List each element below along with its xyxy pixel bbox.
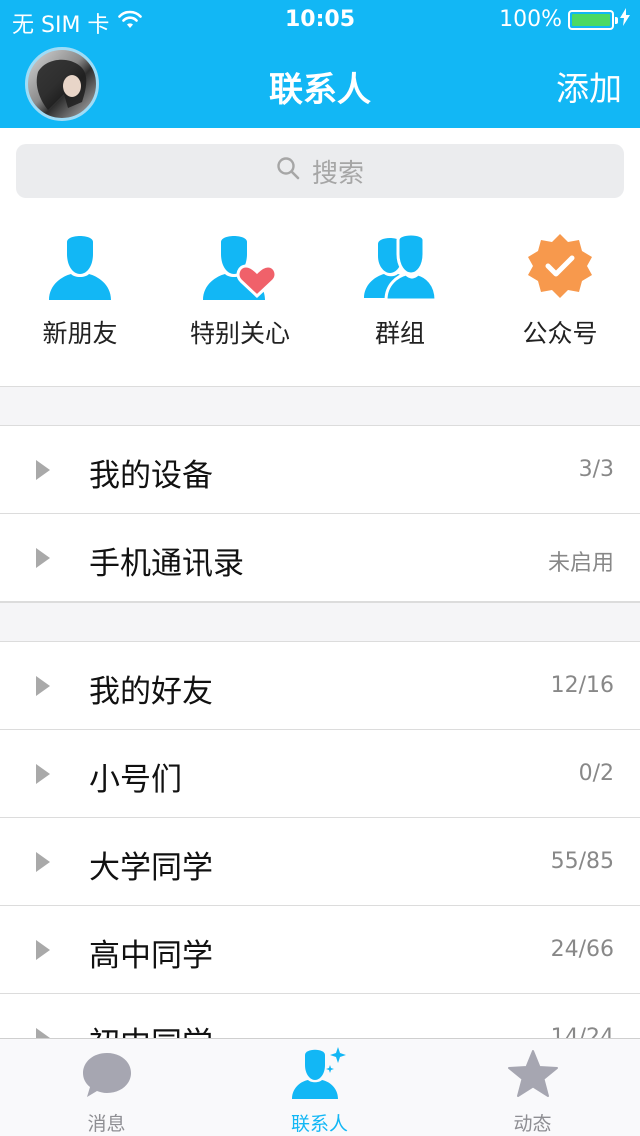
quick-label-new-friends: 新朋友 (42, 319, 118, 348)
battery-icon (568, 9, 618, 30)
group-row-my-devices[interactable]: 我的设备 3/3 (0, 426, 640, 514)
search-placeholder: 搜索 (311, 158, 364, 189)
header: 无 SIM 卡 10:05 100% 联系人 添加 (0, 0, 640, 128)
group-list-friends: 我的好友 12/16 小号们 0/2 大学同学 55/85 高中同学 24/66… (0, 642, 640, 1082)
group-row-alt-accounts[interactable]: 小号们 0/2 (0, 730, 640, 818)
disclosure-arrow-icon (36, 940, 50, 960)
chat-bubble-icon (81, 1051, 133, 1103)
disclosure-arrow-icon (36, 676, 50, 696)
group-row-my-friends[interactable]: 我的好友 12/16 (0, 642, 640, 730)
tab-bar: 消息 联系人 动态 (0, 1038, 640, 1136)
tab-messages[interactable]: 消息 (0, 1039, 213, 1136)
contacts-icon (290, 1045, 350, 1103)
groups-button[interactable]: 群组 (320, 230, 480, 350)
section-divider (0, 386, 640, 426)
group-row-college-classmates[interactable]: 大学同学 55/85 (0, 818, 640, 906)
group-name: 我的设备 (89, 458, 213, 494)
group-name: 大学同学 (89, 850, 213, 886)
battery-percent: 100% (499, 7, 562, 32)
tab-label-contacts: 联系人 (290, 1113, 348, 1135)
disclosure-arrow-icon (36, 548, 50, 568)
quick-actions: 新朋友 特别关心 群组 公众号 (0, 230, 640, 360)
group-count: 3/3 (578, 457, 614, 482)
official-accounts-button[interactable]: 公众号 (480, 230, 640, 350)
group-name: 高中同学 (89, 938, 213, 974)
tab-label-moments: 动态 (513, 1113, 552, 1135)
group-count: 55/85 (550, 849, 614, 874)
quick-label-special-care: 特别关心 (189, 319, 290, 348)
disclosure-arrow-icon (36, 460, 50, 480)
charging-icon (620, 7, 630, 32)
group-row-phone-contacts[interactable]: 手机通讯录 未启用 (0, 514, 640, 602)
group-count: 0/2 (578, 761, 614, 786)
group-count: 24/66 (550, 937, 614, 962)
special-care-button[interactable]: 特别关心 (160, 230, 320, 350)
disclosure-arrow-icon (36, 764, 50, 784)
star-icon (507, 1049, 559, 1103)
tab-contacts[interactable]: 联系人 (213, 1039, 426, 1136)
group-count: 12/16 (550, 673, 614, 698)
search-icon (276, 156, 300, 187)
group-name: 我的好友 (89, 674, 213, 710)
status-bar: 无 SIM 卡 10:05 100% (0, 0, 640, 40)
group-count: 未启用 (547, 551, 614, 576)
disclosure-arrow-icon (36, 852, 50, 872)
group-row-high-school-classmates[interactable]: 高中同学 24/66 (0, 906, 640, 994)
person-icon (45, 230, 115, 304)
quick-label-groups: 群组 (374, 319, 425, 348)
status-right: 100% (499, 7, 630, 32)
section-divider (0, 602, 640, 642)
page-title: 联系人 (269, 70, 371, 110)
person-heart-icon (203, 230, 278, 304)
group-list-devices: 我的设备 3/3 手机通讯录 未启用 (0, 426, 640, 602)
add-button[interactable]: 添加 (556, 62, 622, 110)
quick-label-official-accounts: 公众号 (522, 319, 598, 348)
tab-label-messages: 消息 (87, 1113, 126, 1135)
group-icon (364, 230, 438, 304)
group-name: 手机通讯录 (89, 546, 244, 582)
group-name: 小号们 (89, 762, 182, 798)
new-friends-button[interactable]: 新朋友 (0, 230, 160, 350)
tab-moments[interactable]: 动态 (426, 1039, 639, 1136)
verified-badge-icon (526, 232, 594, 304)
search-input[interactable]: 搜索 (16, 144, 624, 198)
